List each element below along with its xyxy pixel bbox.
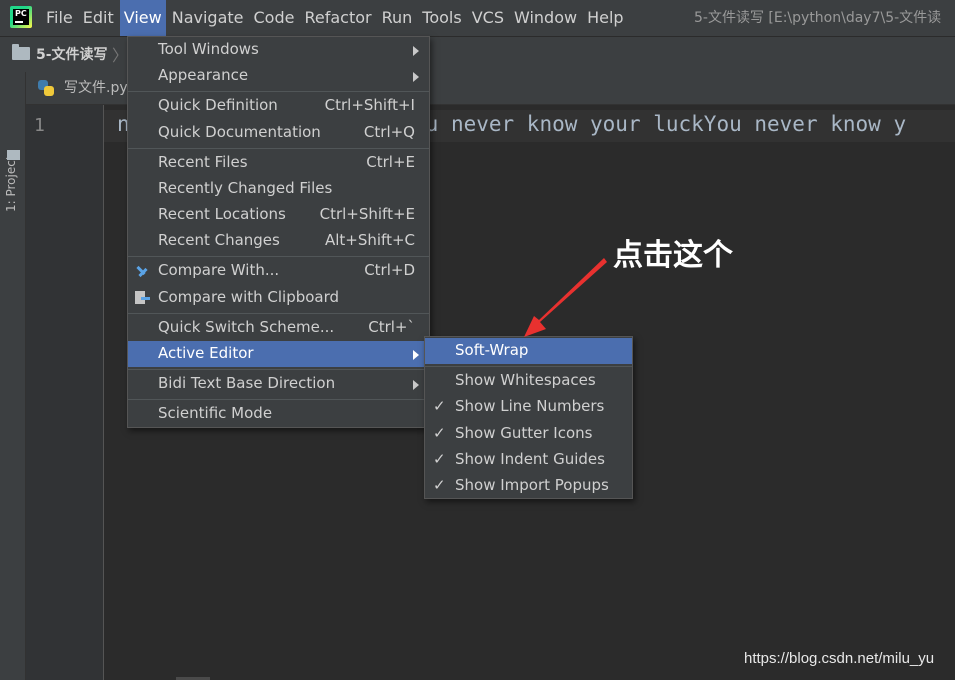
- breadcrumb-project[interactable]: 5-文件读写: [36, 44, 108, 64]
- menu-help[interactable]: Help: [583, 0, 627, 36]
- menu-item-compare-with-clipboard[interactable]: Compare with Clipboard: [128, 285, 429, 311]
- menu-bar: PC File Edit View Navigate Code Refactor…: [0, 0, 955, 36]
- project-tool-strip: 1: Project: [0, 72, 26, 680]
- menu-item-recently-changed-files[interactable]: Recently Changed Files: [128, 176, 429, 202]
- menu-item-bidi-text-base-direction[interactable]: Bidi Text Base Direction: [128, 371, 429, 397]
- submenu-arrow-icon: [413, 72, 419, 82]
- menu-item-recent-changes[interactable]: Recent Changes Alt+Shift+C: [128, 228, 429, 254]
- menu-separator: [425, 366, 632, 367]
- editor-tab[interactable]: 写文件.py: [36, 72, 128, 104]
- menu-item-quick-switch-scheme[interactable]: Quick Switch Scheme... Ctrl+`: [128, 315, 429, 341]
- checkmark-icon: ✓: [433, 424, 446, 442]
- menu-item-quick-documentation[interactable]: Quick Documentation Ctrl+Q: [128, 120, 429, 146]
- clipboard-compare-icon: [134, 290, 150, 306]
- menu-separator: [128, 313, 429, 314]
- menu-vcs[interactable]: VCS: [468, 0, 508, 36]
- menu-separator: [128, 148, 429, 149]
- folder-icon: [12, 44, 30, 60]
- submenu-arrow-icon: [413, 380, 419, 390]
- menu-items: File Edit View Navigate Code Refactor Ru…: [42, 0, 630, 36]
- checkmark-icon: ✓: [433, 476, 446, 494]
- menu-tools[interactable]: Tools: [418, 0, 465, 36]
- view-menu-dropdown: Tool Windows Appearance Quick Definition…: [127, 36, 430, 428]
- menu-item-soft-wrap[interactable]: Soft-Wrap: [425, 338, 632, 364]
- compare-icon: [134, 263, 150, 279]
- menu-item-quick-definition[interactable]: Quick Definition Ctrl+Shift+I: [128, 93, 429, 119]
- menu-item-show-line-numbers[interactable]: ✓ Show Line Numbers: [425, 394, 632, 420]
- menu-item-tool-windows[interactable]: Tool Windows: [128, 37, 429, 63]
- pycharm-logo-icon: PC: [10, 6, 32, 28]
- line-number: 1: [34, 115, 45, 136]
- menu-separator: [128, 399, 429, 400]
- menu-item-recent-locations[interactable]: Recent Locations Ctrl+Shift+E: [128, 202, 429, 228]
- active-editor-submenu: Soft-Wrap Show Whitespaces ✓ Show Line N…: [424, 336, 633, 499]
- annotation-text: 点击这个: [613, 238, 733, 273]
- menu-item-show-indent-guides[interactable]: ✓ Show Indent Guides: [425, 447, 632, 473]
- menu-separator: [128, 369, 429, 370]
- checkmark-icon: ✓: [433, 397, 446, 415]
- menu-navigate[interactable]: Navigate: [168, 0, 248, 36]
- code-visible-suffix: u never know your luckYou never know y: [425, 112, 907, 136]
- submenu-arrow-icon: [413, 350, 419, 360]
- menu-item-show-gutter-icons[interactable]: ✓ Show Gutter Icons: [425, 421, 632, 447]
- menu-item-compare-with[interactable]: Compare With... Ctrl+D: [128, 258, 429, 284]
- project-tool-button[interactable]: 1: Project: [4, 155, 18, 212]
- submenu-arrow-icon: [413, 46, 419, 56]
- menu-item-active-editor[interactable]: Active Editor: [128, 341, 429, 367]
- menu-item-scientific-mode[interactable]: Scientific Mode: [128, 401, 429, 427]
- breadcrumb-separator: 〉: [112, 46, 129, 65]
- menu-edit[interactable]: Edit: [79, 0, 118, 36]
- menu-item-show-whitespaces[interactable]: Show Whitespaces: [425, 368, 632, 394]
- menu-refactor[interactable]: Refactor: [300, 0, 375, 36]
- watermark: https://blog.csdn.net/milu_yu: [744, 650, 935, 667]
- menu-file[interactable]: File: [42, 0, 77, 36]
- menu-view[interactable]: View: [119, 0, 166, 36]
- menu-window[interactable]: Window: [510, 0, 581, 36]
- menu-separator: [128, 91, 429, 92]
- menu-run[interactable]: Run: [378, 0, 417, 36]
- menu-item-recent-files[interactable]: Recent Files Ctrl+E: [128, 150, 429, 176]
- project-folder-icon: [7, 150, 20, 160]
- checkmark-icon: ✓: [433, 450, 446, 468]
- menu-code[interactable]: Code: [250, 0, 299, 36]
- window-title: 5-文件读写 [E:\python\day7\5-文件读: [694, 10, 942, 26]
- menu-separator: [128, 256, 429, 257]
- editor-gutter: 1: [26, 105, 104, 680]
- menu-item-appearance[interactable]: Appearance: [128, 63, 429, 89]
- menu-item-show-import-popups[interactable]: ✓ Show Import Popups: [425, 473, 632, 499]
